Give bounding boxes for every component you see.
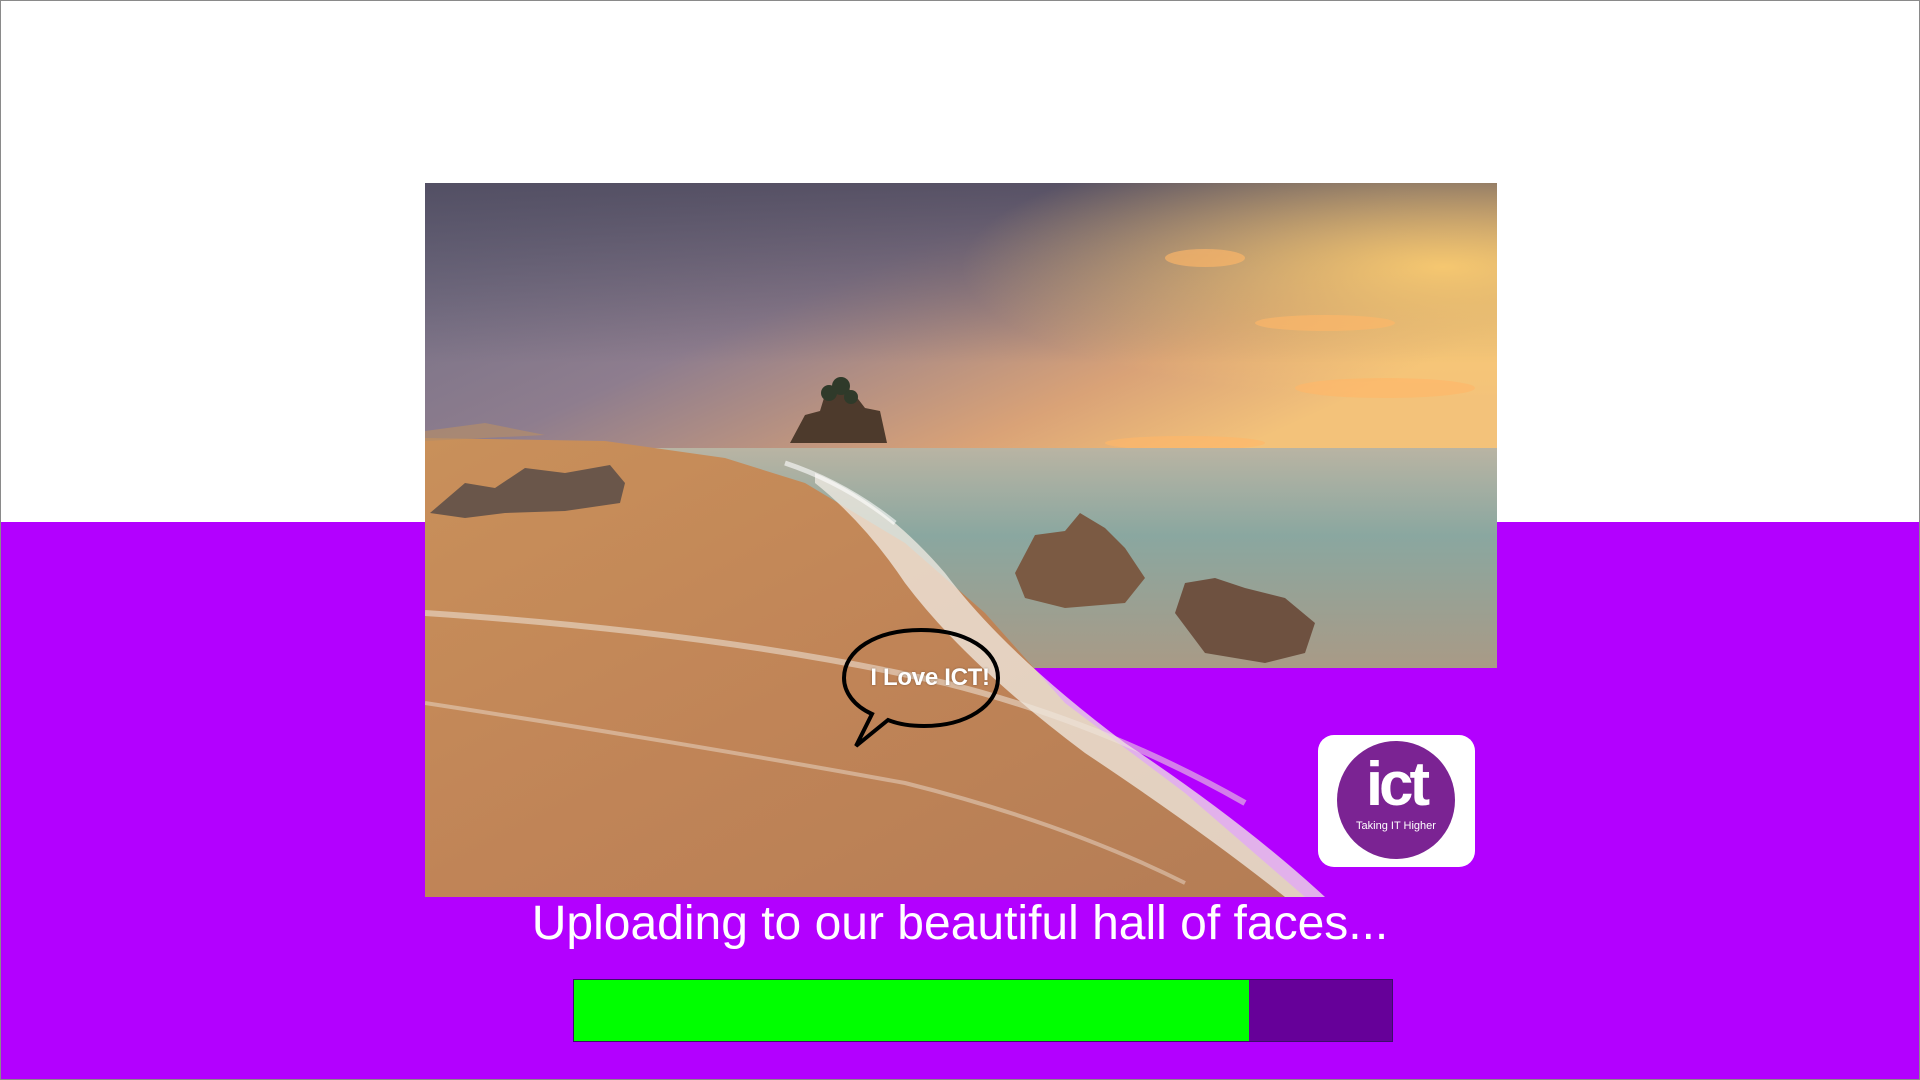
slide-border bbox=[0, 0, 1920, 1080]
